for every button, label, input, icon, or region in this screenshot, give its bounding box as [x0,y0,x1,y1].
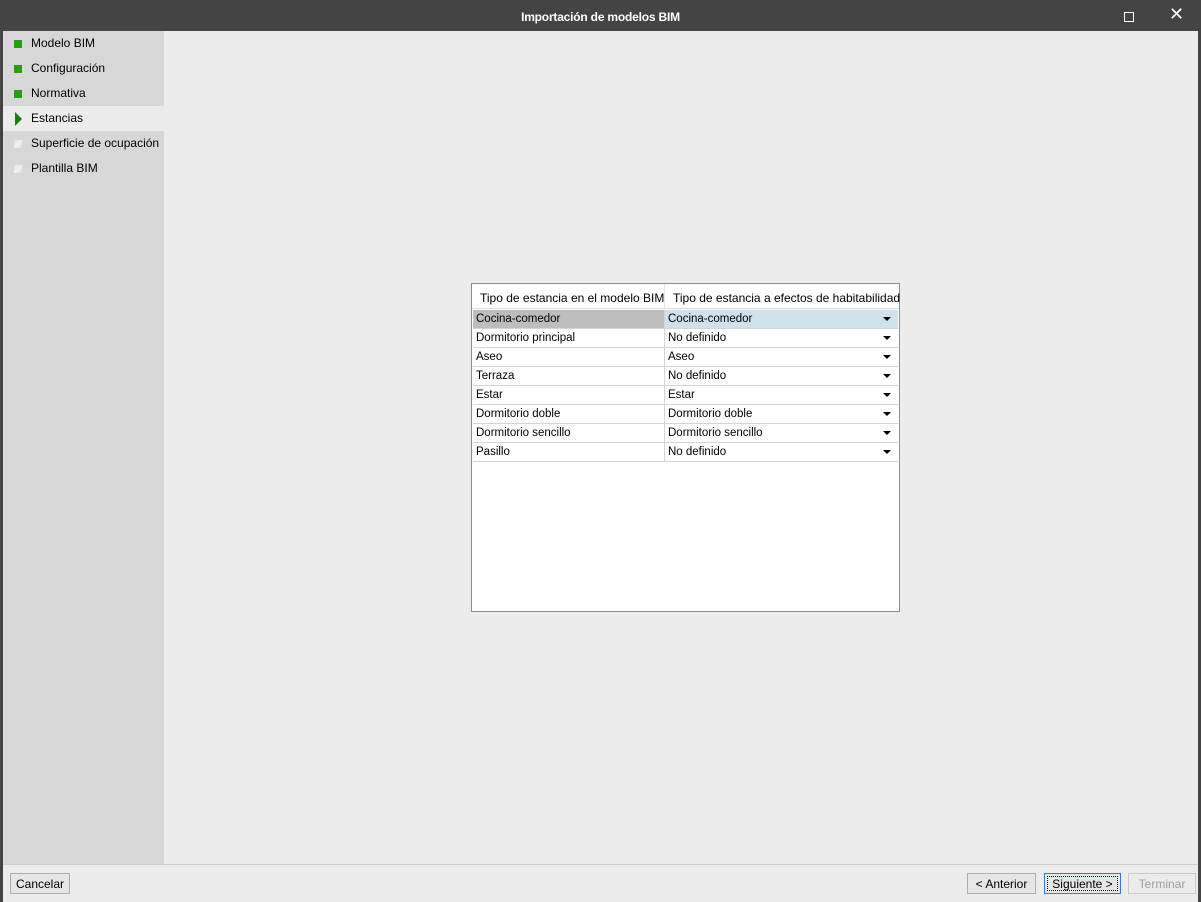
bim-room-type-cell[interactable]: Estar [473,386,665,405]
step-done-icon [14,65,22,73]
step-label: Estancias [31,111,84,125]
column-header-habitabilidad[interactable]: Tipo de estancia a efectos de habitabili… [665,284,900,309]
step-normativa[interactable]: Normativa [3,81,164,106]
maximize-icon [1124,12,1134,22]
table-row[interactable]: Dormitorio doble Dormitorio doble [473,405,898,424]
habitability-type-dropdown[interactable]: No definido [665,443,898,462]
table-header: Tipo de estancia en el modelo BIM Tipo d… [472,284,900,309]
bim-room-type-cell[interactable]: Aseo [473,348,665,367]
step-plantilla-bim[interactable]: Plantilla BIM [3,156,164,181]
step-done-icon [14,40,22,48]
bim-room-type-cell[interactable]: Dormitorio sencillo [473,424,665,443]
chevron-down-icon[interactable] [883,412,891,416]
dropdown-value: Dormitorio sencillo [668,427,763,439]
next-button[interactable]: Siguiente > [1044,873,1121,894]
step-label: Modelo BIM [31,36,96,50]
dropdown-value: No definido [668,446,727,458]
habitability-type-dropdown[interactable]: No definido [665,367,898,386]
bim-room-type-cell[interactable]: Dormitorio doble [473,405,665,424]
step-label: Normativa [31,86,86,100]
habitability-type-dropdown[interactable]: Estar [665,386,898,405]
focus-rectangle [1047,876,1118,891]
close-icon: ✕ [1169,4,1185,25]
habitability-type-dropdown[interactable]: Cocina-comedor [665,310,898,329]
dropdown-value: Cocina-comedor [668,313,753,325]
bim-room-type-cell[interactable]: Cocina-comedor [473,310,665,329]
dropdown-value: Dormitorio doble [668,408,753,420]
wizard-window: Importación de modelos BIM ✕ Modelo BIM … [0,0,1201,902]
finish-button[interactable]: Terminar [1128,873,1196,894]
step-configuracion[interactable]: Configuración [3,56,164,81]
step-modelo-bim[interactable]: Modelo BIM [3,31,164,56]
column-header-bim[interactable]: Tipo de estancia en el modelo BIM [472,284,665,309]
table-row[interactable]: Cocina-comedor Cocina-comedor [473,310,898,329]
close-button[interactable]: ✕ [1153,0,1199,31]
dropdown-value: No definido [668,370,727,382]
title-bar: Importación de modelos BIM ✕ [3,0,1198,31]
wizard-footer: Cancelar < Anterior Siguiente > Terminar [3,864,1198,902]
step-label: Superficie de ocupación [31,136,160,150]
previous-button[interactable]: < Anterior [967,873,1036,894]
chevron-down-icon[interactable] [883,317,891,321]
window-title: Importación de modelos BIM [521,10,680,24]
habitability-type-dropdown[interactable]: Aseo [665,348,898,367]
bim-room-type-cell[interactable]: Dormitorio principal [473,329,665,348]
dropdown-value: Estar [668,389,695,401]
chevron-down-icon[interactable] [883,336,891,340]
table-row[interactable]: Dormitorio sencillo Dormitorio sencillo [473,424,898,443]
habitability-type-dropdown[interactable]: Dormitorio sencillo [665,424,898,443]
step-pending-icon [14,140,22,148]
table-row[interactable]: Terraza No definido [473,367,898,386]
step-estancias[interactable]: Estancias [3,106,164,131]
bim-room-type-cell[interactable]: Terraza [473,367,665,386]
dropdown-value: No definido [668,332,727,344]
dropdown-value: Aseo [668,351,695,363]
table-row[interactable]: Aseo Aseo [473,348,898,367]
chevron-down-icon[interactable] [883,355,891,359]
chevron-down-icon[interactable] [883,431,891,435]
wizard-steps-sidebar: Modelo BIM Configuración Normativa Estan… [3,31,164,864]
habitability-type-dropdown[interactable]: No definido [665,329,898,348]
step-current-arrow-icon [15,112,22,126]
bim-room-type-cell[interactable]: Pasillo [473,443,665,462]
table-row[interactable]: Pasillo No definido [473,443,898,462]
step-label: Plantilla BIM [31,161,98,175]
table-row[interactable]: Dormitorio principal No definido [473,329,898,348]
room-mapping-table[interactable]: Tipo de estancia en el modelo BIM Tipo d… [471,283,900,612]
table-row[interactable]: Estar Estar [473,386,898,405]
chevron-down-icon[interactable] [883,450,891,454]
step-pending-icon [14,165,22,173]
chevron-down-icon[interactable] [883,374,891,378]
chevron-down-icon[interactable] [883,393,891,397]
maximize-button[interactable] [1106,0,1152,31]
step-done-icon [14,90,22,98]
step-label: Configuración [31,61,106,75]
cancel-button[interactable]: Cancelar [10,873,70,894]
step-superficie-de-ocupacion[interactable]: Superficie de ocupación [3,131,164,156]
habitability-type-dropdown[interactable]: Dormitorio doble [665,405,898,424]
